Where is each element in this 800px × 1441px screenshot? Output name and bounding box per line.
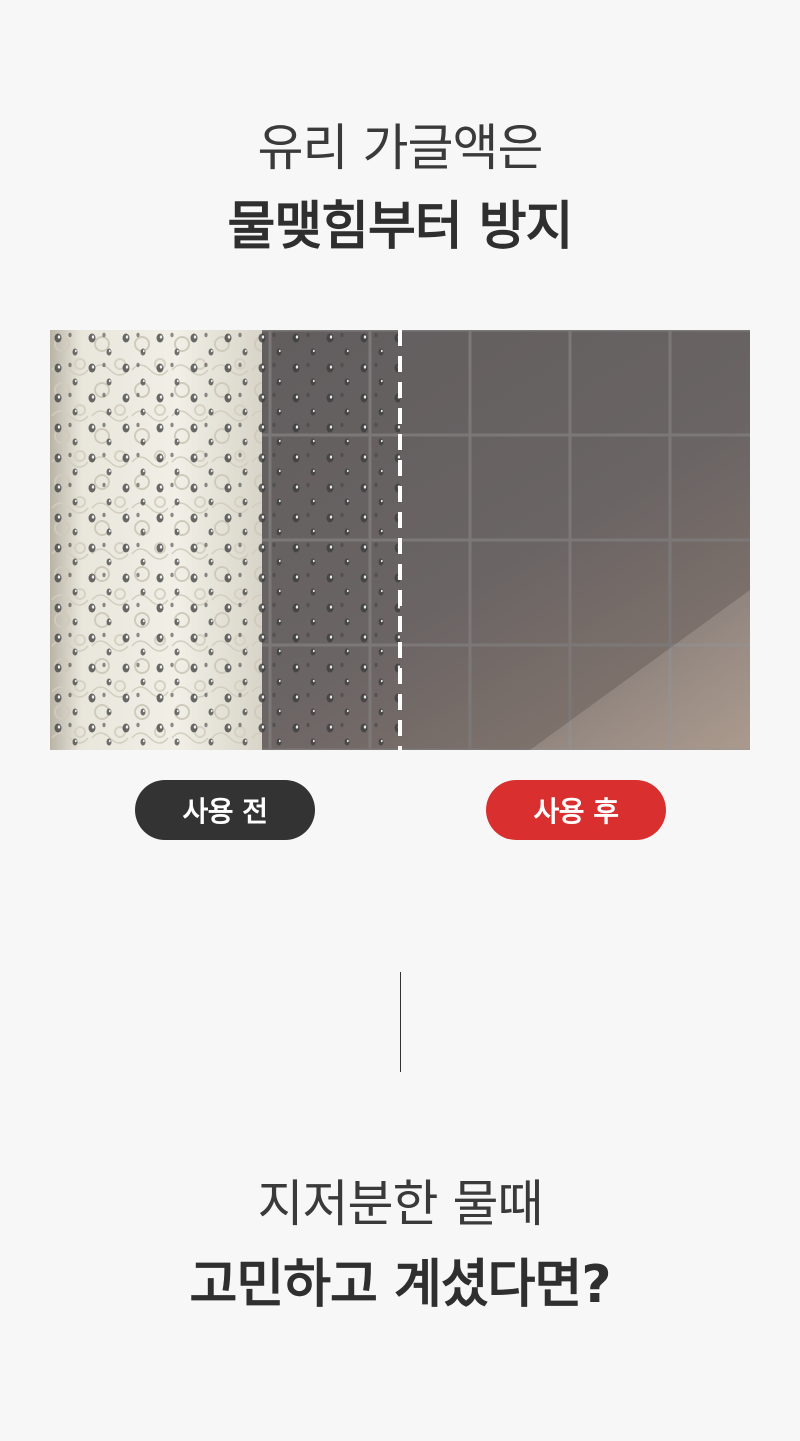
glass-comparison-photo (50, 330, 750, 750)
after-badge: 사용 후 (486, 780, 666, 840)
subheadline-line-1: 지저분한 물때 (257, 1175, 544, 1233)
before-after-image (50, 330, 750, 750)
vertical-divider (400, 972, 401, 1072)
subheadline-line-2: 고민하고 계셨다면? (189, 1255, 612, 1315)
headline-line-1: 유리 가글액은 (257, 119, 544, 177)
before-badge: 사용 전 (135, 780, 315, 840)
headline-line-2: 물맺힘부터 방지 (227, 197, 574, 257)
